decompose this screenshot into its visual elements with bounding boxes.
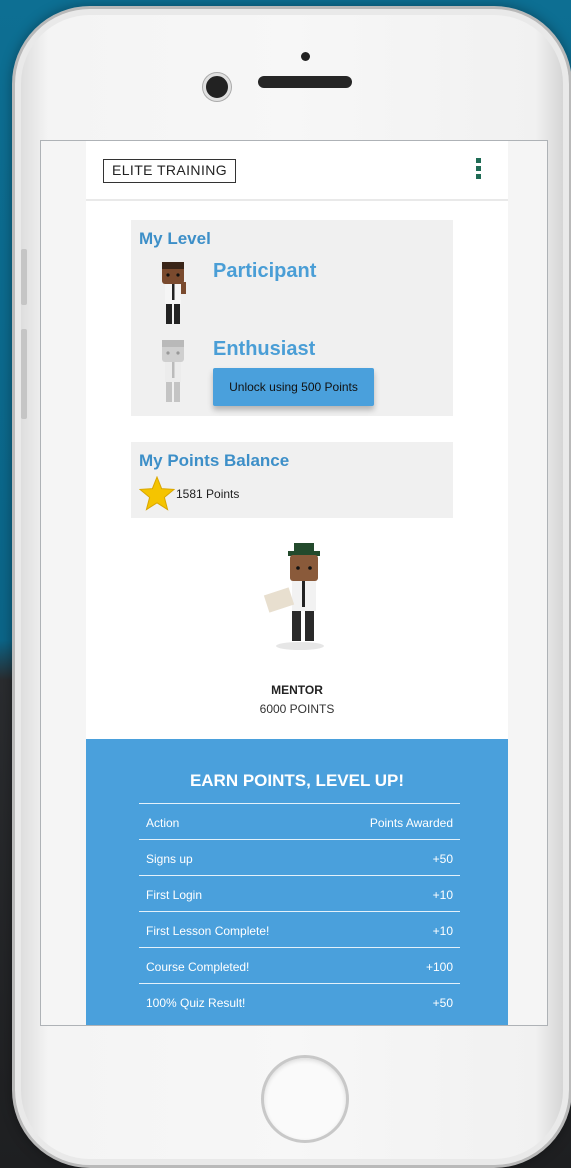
points-table: Action Points Awarded Signs up +50 First… [139,803,460,1019]
front-camera [203,73,231,101]
table-row: First Lesson Complete! +10 [139,911,460,947]
row-points: +50 [432,852,453,866]
unlock-level-button[interactable]: Unlock using 500 Points [213,368,374,406]
row-action: First Login [146,888,203,902]
volume-down-button [21,329,27,419]
featured-level-points: 6000 POINTS [259,702,335,716]
row-points: +100 [425,960,453,974]
table-row: 100% Quiz Result! +50 [139,983,460,1019]
row-points: +10 [432,888,453,902]
row-action: Signs up [146,852,193,866]
table-row: Signs up +50 [139,839,460,875]
volume-up-button [21,249,27,305]
next-level-name: Enthusiast [213,338,316,360]
row-points: +10 [432,924,453,938]
row-points: +50 [432,996,453,1010]
points-balance-card: My Points Balance 1581 Points [131,442,453,518]
table-row: First Login +10 [139,875,460,911]
app-page: ELITE TRAINING My Level Participant Enth… [86,141,508,1025]
row-action: 100% Quiz Result! [146,996,246,1010]
participant-character-icon [162,262,186,324]
row-action: Course Completed! [146,960,250,974]
earn-points-title: EARN POINTS, LEVEL UP! [189,771,405,790]
star-icon [139,476,175,511]
points-balance-title: My Points Balance [139,451,290,470]
points-balance-value: 1581 Points [176,487,240,501]
current-level-name: Participant [213,260,317,282]
table-header-row: Action Points Awarded [139,803,460,839]
home-button[interactable] [261,1055,349,1143]
brand-logo[interactable]: ELITE TRAINING [103,159,237,183]
phone-screen: ELITE TRAINING My Level Participant Enth… [40,140,548,1026]
featured-level-name: MENTOR [271,683,323,697]
header-action: Action [146,816,180,830]
mentor-character-icon [263,543,324,650]
my-level-title: My Level [139,229,211,248]
row-action: First Lesson Complete! [146,924,270,938]
earn-points-section: EARN POINTS, LEVEL UP! Action Points Awa… [86,739,508,1025]
proximity-sensor [301,52,310,61]
menu-dots-icon[interactable] [474,158,484,184]
header-points: Points Awarded [369,816,453,830]
earpiece-speaker [258,76,352,88]
table-row: Course Completed! +100 [139,947,460,983]
my-level-card: My Level Participant Enthusiast Unlock u… [131,220,453,416]
enthusiast-character-icon [162,340,184,402]
navbar: ELITE TRAINING [86,141,508,201]
